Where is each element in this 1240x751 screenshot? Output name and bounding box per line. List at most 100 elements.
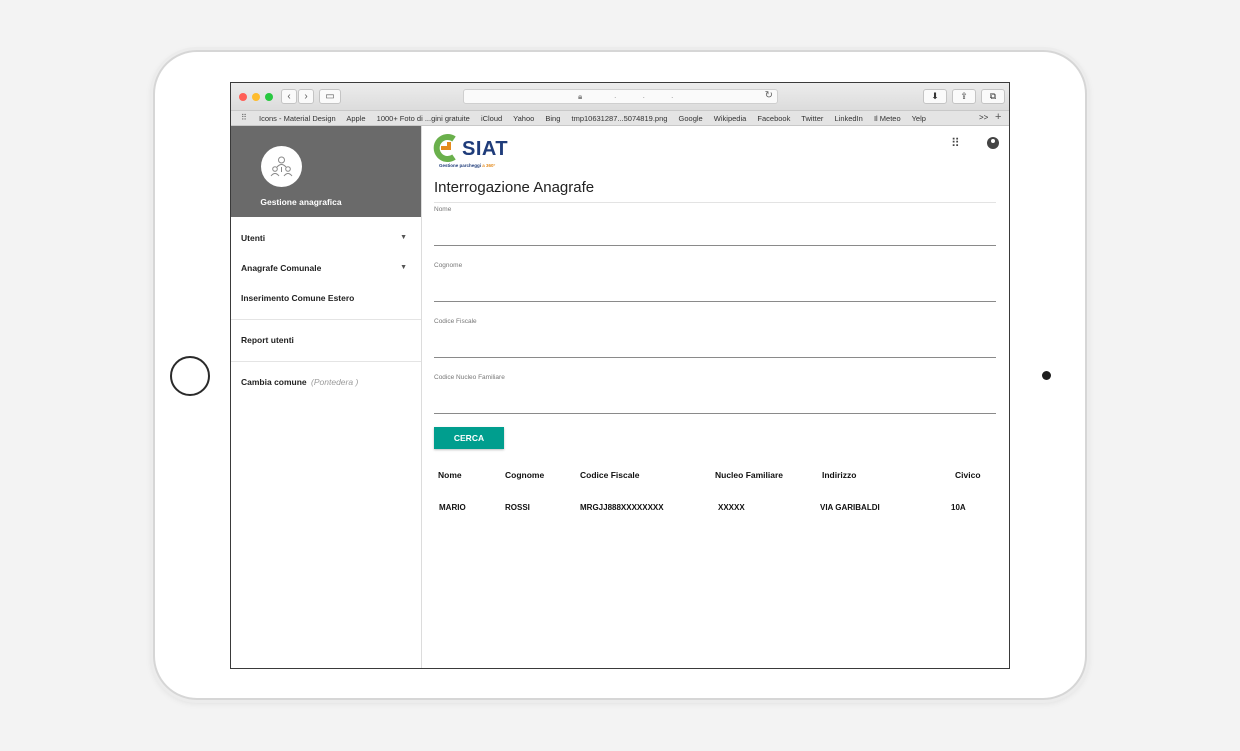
sidebar: Gestione anagrafica Utenti ▼ Anagrafe Co…	[231, 126, 422, 668]
web-app: Gestione anagrafica Utenti ▼ Anagrafe Co…	[231, 126, 1009, 668]
table-row[interactable]: MARIO ROSSI MRGJJ888XXXXXXXX XXXXX VIA G…	[423, 497, 1009, 530]
new-tab-button[interactable]: +	[995, 111, 1001, 123]
caret-down-icon: ▼	[400, 234, 407, 241]
table-header-row: Nome Cognome Codice Fiscale Nucleo Famil…	[423, 464, 1009, 497]
download-button[interactable]: ⬇︎	[923, 89, 947, 104]
share-icon: ⇪	[960, 91, 968, 101]
nome-input[interactable]	[434, 228, 996, 244]
sidebar-title: Gestione anagrafica	[260, 197, 342, 207]
chevron-right-icon: ›	[304, 91, 308, 102]
codice-fiscale-field[interactable]: Codice Fiscale	[434, 318, 996, 358]
zoom-window-button[interactable]	[265, 93, 273, 101]
minimize-window-button[interactable]	[252, 93, 260, 101]
column-header[interactable]: Indirizzo	[822, 470, 856, 480]
reload-icon[interactable]: ↻	[765, 90, 773, 101]
sidebar-item-label: Utenti	[241, 233, 266, 243]
field-underline	[434, 245, 996, 246]
field-label: Cognome	[434, 262, 463, 269]
codice-fiscale-input[interactable]	[434, 340, 996, 356]
sidebar-toggle-button[interactable]: ▭	[319, 89, 341, 104]
cognome-field[interactable]: Cognome	[434, 262, 996, 302]
bookmark-item[interactable]: Apple	[346, 114, 365, 123]
current-comune-note: (Pontedera )	[311, 377, 359, 387]
sidebar-item-label: Anagrafe Comunale	[241, 263, 322, 273]
page-title: Interrogazione Anagrafe	[434, 179, 595, 196]
column-header[interactable]: Nucleo Familiare	[715, 470, 783, 480]
logo-tagline-text: Gestione parcheggi	[439, 163, 482, 168]
home-button[interactable]	[170, 356, 210, 396]
table-cell: XXXXX	[718, 503, 745, 512]
column-header[interactable]: Nome	[438, 470, 462, 480]
sidebar-item-anagrafe-comunale[interactable]: Anagrafe Comunale ▼	[231, 253, 421, 283]
bookmarks-bar: ⠿ Icons - Material Design Apple 1000+ Fo…	[231, 111, 1009, 126]
tabs-icon: ⧉	[989, 91, 997, 101]
sidebar-item-cambia-comune[interactable]: Cambia comune (Pontedera )	[231, 367, 421, 397]
bookmark-item[interactable]: Twitter	[801, 114, 823, 123]
sidebar-icon: ▭	[325, 91, 335, 102]
sidebar-item-inserimento-comune-estero[interactable]: Inserimento Comune Estero	[231, 283, 421, 313]
bookmark-item[interactable]: LinkedIn	[834, 114, 862, 123]
bookmark-item[interactable]: Yahoo	[513, 114, 534, 123]
codice-nucleo-familiare-field[interactable]: Codice Nucleo Familiare	[434, 374, 996, 414]
field-label: Codice Nucleo Familiare	[434, 374, 505, 381]
address-placeholder: ...	[614, 90, 700, 100]
camera-dot	[1042, 371, 1051, 380]
bookmarks-list: Icons - Material Design Apple 1000+ Foto…	[259, 114, 935, 123]
sidebar-item-utenti[interactable]: Utenti ▼	[231, 223, 421, 253]
share-button[interactable]: ⇪	[952, 89, 976, 104]
lock-icon: 🔒︎	[578, 92, 583, 101]
field-label: Nome	[434, 206, 452, 213]
field-underline	[434, 357, 996, 358]
sidebar-item-label: Report utenti	[241, 335, 294, 345]
field-underline	[434, 301, 996, 302]
table-cell: MRGJJ888XXXXXXXX	[580, 503, 664, 512]
apps-grid-icon[interactable]: ⠿	[951, 136, 960, 150]
column-header[interactable]: Civico	[955, 470, 981, 480]
bookmark-item[interactable]: Il Meteo	[874, 114, 901, 123]
logo-tagline: Gestione parcheggi a 360°	[439, 163, 495, 168]
tabs-overview-button[interactable]: ⧉	[981, 89, 1005, 104]
table-cell: VIA GARIBALDI	[820, 503, 880, 512]
bookmark-item[interactable]: iCloud	[481, 114, 502, 123]
back-button[interactable]: ‹	[281, 89, 297, 104]
nome-field[interactable]: Nome	[434, 206, 996, 246]
sidebar-item-label: Cambia comune	[241, 377, 307, 387]
column-header[interactable]: Codice Fiscale	[580, 470, 640, 480]
bookmark-item[interactable]: Wikipedia	[714, 114, 747, 123]
bookmarks-grid-icon[interactable]: ⠿	[241, 113, 247, 122]
main-content: SIAT Gestione parcheggi a 360° ⠿ Interro…	[423, 126, 1009, 668]
siat-logo-mark	[433, 134, 456, 162]
sidebar-item-report-utenti[interactable]: Report utenti	[231, 325, 421, 355]
download-icon: ⬇︎	[931, 91, 939, 101]
avatar	[261, 146, 302, 187]
cerca-button[interactable]: CERCA	[434, 427, 504, 449]
column-header[interactable]: Cognome	[505, 470, 544, 480]
browser-titlebar: ‹ › ▭ 🔒︎ ... ↻ ⬇︎ ⇪ ⧉	[231, 83, 1009, 111]
account-circle-icon[interactable]	[987, 137, 999, 149]
table-cell: 10A	[951, 503, 966, 512]
cognome-input[interactable]	[434, 284, 996, 300]
tablet-screen: ‹ › ▭ 🔒︎ ... ↻ ⬇︎ ⇪ ⧉ ⠿ Icons - Material…	[230, 82, 1010, 669]
bookmarks-more-button[interactable]: >>	[979, 113, 988, 122]
bookmark-item[interactable]: Yelp	[912, 114, 926, 123]
logo-wordmark: SIAT	[462, 138, 509, 160]
bookmark-item[interactable]: Bing	[545, 114, 560, 123]
bookmark-item[interactable]: Icons - Material Design	[259, 114, 336, 123]
title-divider	[434, 202, 996, 203]
bookmark-item[interactable]: tmp10631287...5074819.png	[572, 114, 668, 123]
bookmark-item[interactable]: 1000+ Foto di ...gini gratuite	[377, 114, 470, 123]
chevron-left-icon: ‹	[287, 91, 291, 102]
field-label: Codice Fiscale	[434, 318, 477, 325]
table-cell: ROSSI	[505, 503, 530, 512]
sidebar-divider	[231, 361, 421, 362]
bookmark-item[interactable]: Google	[679, 114, 703, 123]
sidebar-divider	[231, 319, 421, 320]
forward-button[interactable]: ›	[298, 89, 314, 104]
address-bar[interactable]: 🔒︎ ... ↻	[463, 89, 778, 104]
codice-nucleo-familiare-input[interactable]	[434, 396, 996, 412]
sidebar-item-label: Inserimento Comune Estero	[241, 293, 355, 303]
siat-logo[interactable]: SIAT Gestione parcheggi a 360°	[432, 133, 518, 171]
bookmark-item[interactable]: Facebook	[757, 114, 790, 123]
logo-tagline-accent: a 360°	[482, 163, 496, 168]
close-window-button[interactable]	[239, 93, 247, 101]
